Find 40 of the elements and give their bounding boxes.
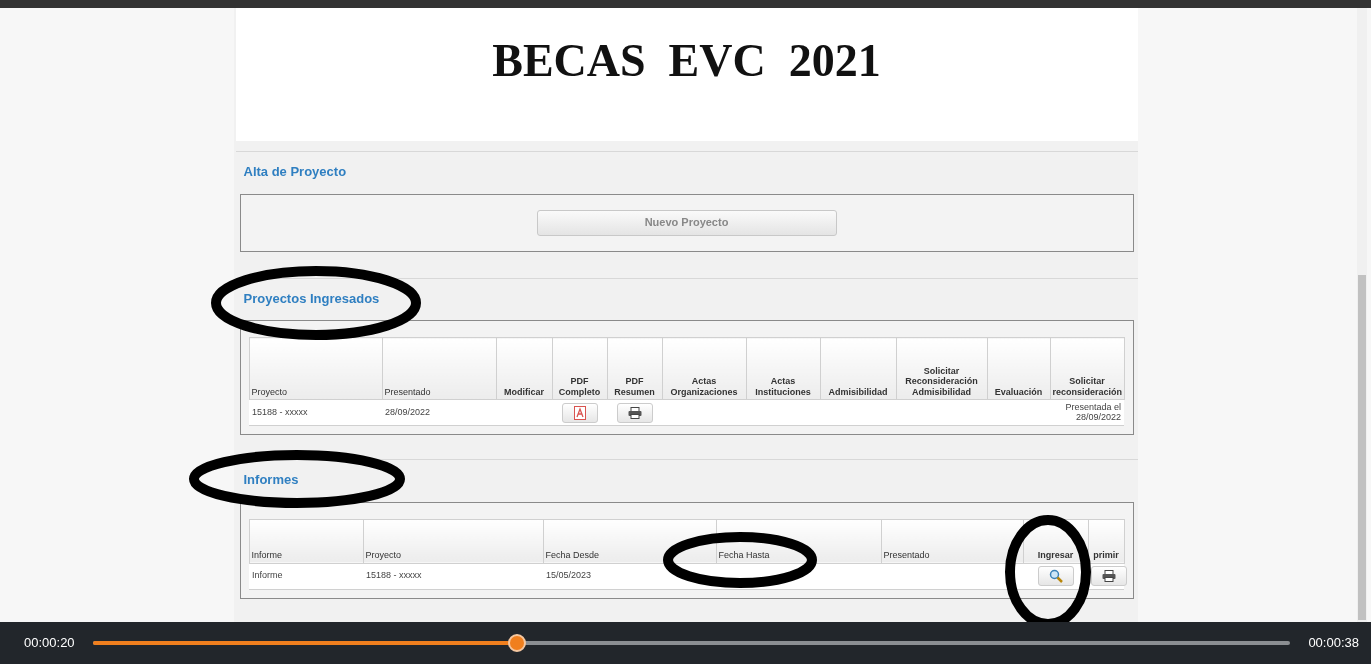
print-button[interactable] — [1091, 566, 1127, 586]
column-header: Solicitar reconsideración — [1050, 337, 1124, 400]
column-header: Fecha Desde — [543, 519, 716, 563]
column-header: primir — [1088, 519, 1124, 563]
seek-handle[interactable] — [507, 634, 526, 652]
table-cell: 15188 - xxxxx — [249, 399, 382, 426]
elapsed-time: 00:00:20 — [24, 634, 75, 653]
column-header: Presentado — [382, 337, 496, 400]
print-button[interactable] — [616, 402, 653, 423]
pdf-button[interactable] — [561, 402, 598, 423]
scrollbar[interactable] — [1357, 8, 1367, 622]
column-header: Evaluación — [987, 337, 1050, 400]
pdf-icon — [573, 405, 586, 420]
page-title: BECAS EVC 2021 — [492, 38, 881, 88]
printer-icon — [627, 406, 642, 419]
section-heading: Informes — [242, 471, 300, 489]
table-cell: 28/09/2022 — [382, 399, 496, 426]
total-time: 00:00:38 — [1308, 634, 1359, 653]
new-project-button[interactable]: Nuevo Proyecto — [536, 209, 837, 236]
table-cell: 15188 - xxxxx — [363, 563, 543, 589]
column-header: Actas Organizaciones — [662, 337, 746, 400]
scrollbar-thumb[interactable] — [1358, 275, 1366, 620]
section-heading: Alta de Proyecto — [242, 163, 348, 181]
column-header: Proyecto — [363, 519, 543, 563]
column-header: Admisibilidad — [820, 337, 896, 400]
column-header: Informe — [249, 519, 363, 563]
column-header: Solicitar Reconsideración Admisibilidad — [896, 337, 987, 400]
table-cell: Presentada el 28/09/2022 — [1050, 399, 1124, 426]
section-heading: Proyectos Ingresados — [242, 289, 381, 308]
column-header: Modificar — [496, 337, 552, 400]
search-icon — [1048, 569, 1063, 583]
printer-icon — [1102, 570, 1116, 582]
seek-bar[interactable] — [92, 634, 1291, 652]
column-header: Actas Instituciones — [746, 337, 820, 400]
table-cell: Informe — [249, 563, 363, 589]
column-header: PDF Resumen — [607, 337, 662, 400]
column-header: PDF Completo — [552, 337, 607, 400]
open-button[interactable] — [1037, 566, 1074, 586]
column-header: Proyecto — [249, 337, 382, 400]
column-header: Presentado — [881, 519, 1023, 563]
